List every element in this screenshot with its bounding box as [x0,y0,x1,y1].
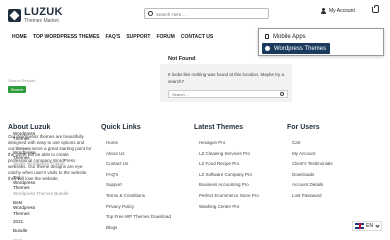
footer-theme-link[interactable]: Perfect Ecommerce Store Pro [199,191,259,202]
uk-flag-icon [355,223,364,229]
sidebar-search-caption: Search Results [8,78,36,83]
category-menu-item[interactable]: Wordpress Themes Bundle [13,191,69,196]
category-menu-item[interactable]: Single Wordpress Theme [13,161,65,166]
footer-link-contact-us[interactable]: Contact Us [106,159,171,170]
footer-link-terms[interactable]: Terms & Conditions [106,191,171,202]
latest-themes-title: Latest Themes [194,124,244,131]
user-icon [321,8,326,14]
header-search-input[interactable] [156,10,264,18]
nav-item-faqs[interactable]: FAQ'S [106,34,121,40]
footer-theme-link[interactable]: Hexagon Pro [199,138,259,149]
quick-links-title: Quick Links [101,124,141,131]
footer-theme-link[interactable]: LZ Software Company Pro [199,170,259,181]
not-found-title: Not Found [168,56,196,62]
site-logo[interactable]: LUZUK Themes Market [8,7,63,24]
footer-theme-link[interactable]: LZ Cleaning Services Pro [199,149,259,160]
dropdown-item-label: Mobile Apps [273,33,306,40]
nav-item-forum[interactable]: FORUM [156,34,174,40]
for-users-title: For Users [287,124,320,131]
footer-theme-link[interactable]: LZ Food Recipe Pro [199,159,259,170]
mobile-icon [265,34,269,39]
cart-icon[interactable] [372,5,379,13]
not-found-search [168,90,288,98]
sidebar-search-button[interactable]: Search [8,86,26,93]
nav-dropdown-menu: Mobile Apps Wordpress Themes [258,28,384,56]
footer-link-testimonials[interactable]: Client's Testimonials [292,159,333,170]
category-menu-item[interactable]: Bundle [13,228,27,233]
wordpress-icon [265,46,270,51]
footer-quick-links: Quick Links Home About Us Contact Us FAQ… [101,124,171,233]
logo-mark-icon [8,9,21,22]
logo-text: LUZUK Themes Market [24,7,63,24]
footer-link-my-account[interactable]: My Account [292,149,333,160]
dropdown-item-mobile-apps[interactable]: Mobile Apps [262,31,380,42]
language-switcher[interactable]: EN [352,221,382,231]
my-account-label: My Account [329,8,355,14]
category-menu-item[interactable]: Themes [13,155,30,160]
category-menu-item[interactable]: Themes [13,136,30,141]
footer-theme-link[interactable]: Business Accounting Pro [199,180,259,191]
my-account-link[interactable]: My Account [321,8,355,14]
footer-link-free-wp-themes[interactable]: Top Free WP Themes Download [106,212,171,223]
not-found-search-input[interactable] [172,91,276,97]
brand-tagline: Themes Market [24,18,59,24]
search-icon[interactable] [280,92,284,96]
category-menu-item[interactable]: Themes [13,185,30,190]
footer-about-title: About Luzuk [8,124,51,131]
footer-link-downloads[interactable]: Downloads [292,170,333,181]
category-menu-item[interactable]: 2021 [13,219,23,224]
sidebar-search-widget: Search Results Search [8,78,35,93]
footer-link-faqs[interactable]: FAQ's [106,170,171,181]
category-menu-item[interactable]: Themes [13,211,30,216]
language-code: EN [366,223,373,229]
header-search [144,8,269,19]
footer-link-blogs[interactable]: Blogs [106,223,171,234]
brand-name: LUZUK [24,6,63,18]
not-found-message: It looks like nothing was found at this … [168,72,285,84]
footer-latest-themes: Latest Themes Hexagon Pro LZ Cleaning Se… [194,124,259,212]
footer-link-account-details[interactable]: Account Details [292,180,333,191]
footer-link-cart[interactable]: Cart [292,138,333,149]
search-icon[interactable] [148,11,153,16]
footer-for-users: For Users Cart My Account Client's Testi… [287,124,333,202]
footer-link-support[interactable]: Support [106,180,171,191]
nav-item-top-wordpress-themes[interactable]: TOP WORDPRESS THEMES [33,34,100,40]
footer-link-home[interactable]: Home [106,138,171,149]
main-nav: HOME TOP WORDPRESS THEMES FAQ'S SUPPORT … [12,34,213,40]
category-menu-item[interactable]: Wordpress [13,205,35,210]
footer-link-about-us[interactable]: About Us [106,149,171,160]
footer-link-privacy-policy[interactable]: Privacy Policy [106,202,171,213]
chevron-down-icon [375,222,380,228]
dropdown-item-wordpress-themes[interactable]: Wordpress Themes [262,43,331,54]
nav-item-support[interactable]: SUPPORT [126,34,150,40]
footer-theme-link[interactable]: Washing Center Pro [199,202,259,213]
nav-item-home[interactable]: HOME [12,34,27,40]
footer-link-lost-password[interactable]: Lost Password [292,191,333,202]
dropdown-item-label: Wordpress Themes [274,45,327,52]
nav-item-contact-us[interactable]: CONTACT US [181,34,213,40]
